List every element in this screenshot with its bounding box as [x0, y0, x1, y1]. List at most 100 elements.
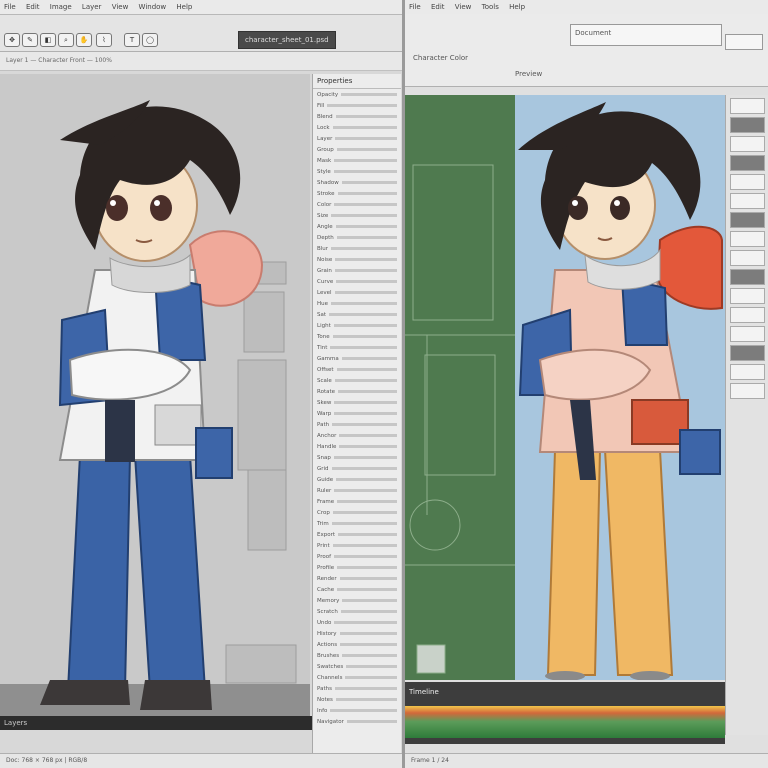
- tool-slot-13[interactable]: [730, 326, 765, 342]
- property-row[interactable]: Style: [313, 166, 401, 177]
- tool-slot-2[interactable]: [730, 117, 765, 133]
- menu-help[interactable]: Help: [176, 3, 192, 11]
- move-icon[interactable]: ✥: [4, 33, 20, 47]
- property-slider[interactable]: [337, 588, 397, 591]
- property-row[interactable]: Info: [313, 705, 401, 716]
- tool-slot-7[interactable]: [730, 212, 765, 228]
- property-row[interactable]: Blur: [313, 243, 401, 254]
- property-slider[interactable]: [333, 324, 397, 327]
- blueprint-panel[interactable]: [405, 95, 515, 680]
- property-slider[interactable]: [330, 709, 397, 712]
- tool-slot-11[interactable]: [730, 288, 765, 304]
- property-slider[interactable]: [337, 500, 397, 503]
- property-row[interactable]: Swatches: [313, 661, 401, 672]
- tool-slot-4[interactable]: [730, 155, 765, 171]
- property-row[interactable]: Ruler: [313, 485, 401, 496]
- property-slider[interactable]: [335, 225, 397, 228]
- property-slider[interactable]: [345, 676, 397, 679]
- property-row[interactable]: Depth: [313, 232, 401, 243]
- property-slider[interactable]: [334, 379, 397, 382]
- property-row[interactable]: Anchor: [313, 430, 401, 441]
- property-slider[interactable]: [331, 467, 397, 470]
- property-slider[interactable]: [339, 434, 397, 437]
- property-slider[interactable]: [334, 401, 397, 404]
- property-slider[interactable]: [336, 148, 397, 151]
- color-canvas[interactable]: [515, 95, 725, 680]
- property-row[interactable]: Brushes: [313, 650, 401, 661]
- property-row[interactable]: Layer: [313, 133, 401, 144]
- property-slider[interactable]: [332, 511, 397, 514]
- tool-slot-6[interactable]: [730, 193, 765, 209]
- property-slider[interactable]: [332, 335, 397, 338]
- property-row[interactable]: Render: [313, 573, 401, 584]
- menu-file[interactable]: File: [409, 3, 421, 11]
- property-slider[interactable]: [334, 159, 397, 162]
- property-row[interactable]: Trim: [313, 518, 401, 529]
- property-slider[interactable]: [340, 610, 397, 613]
- menu-view[interactable]: View: [112, 3, 129, 11]
- property-slider[interactable]: [331, 247, 397, 250]
- property-row[interactable]: Rotate: [313, 386, 401, 397]
- property-slider[interactable]: [333, 170, 397, 173]
- property-row[interactable]: Proof: [313, 551, 401, 562]
- property-slider[interactable]: [336, 280, 397, 283]
- property-row[interactable]: Cache: [313, 584, 401, 595]
- property-row[interactable]: Opacity: [313, 89, 401, 100]
- property-row[interactable]: Size: [313, 210, 401, 221]
- property-slider[interactable]: [339, 632, 397, 635]
- property-row[interactable]: Level: [313, 287, 401, 298]
- property-row[interactable]: Paths: [313, 683, 401, 694]
- property-row[interactable]: Actions: [313, 639, 401, 650]
- property-row[interactable]: Angle: [313, 221, 401, 232]
- property-row[interactable]: Navigator: [313, 716, 401, 727]
- property-row[interactable]: Skew: [313, 397, 401, 408]
- property-slider[interactable]: [330, 346, 397, 349]
- property-slider[interactable]: [332, 126, 397, 129]
- menu-edit[interactable]: Edit: [431, 3, 445, 11]
- settings-button[interactable]: [725, 34, 763, 50]
- property-row[interactable]: Grain: [313, 265, 401, 276]
- property-slider[interactable]: [338, 390, 397, 393]
- property-row[interactable]: Lock: [313, 122, 401, 133]
- property-slider[interactable]: [335, 115, 397, 118]
- property-row[interactable]: Export: [313, 529, 401, 540]
- property-slider[interactable]: [335, 258, 397, 261]
- property-slider[interactable]: [331, 522, 397, 525]
- property-row[interactable]: Light: [313, 320, 401, 331]
- file-name-field[interactable]: character_sheet_01.psd: [238, 31, 336, 49]
- property-slider[interactable]: [341, 357, 397, 360]
- property-row[interactable]: Memory: [313, 595, 401, 606]
- property-row[interactable]: Grid: [313, 463, 401, 474]
- menu-help[interactable]: Help: [509, 3, 525, 11]
- property-row[interactable]: Scale: [313, 375, 401, 386]
- property-row[interactable]: Crop: [313, 507, 401, 518]
- property-row[interactable]: Guide: [313, 474, 401, 485]
- property-slider[interactable]: [334, 687, 397, 690]
- property-slider[interactable]: [346, 720, 397, 723]
- property-slider[interactable]: [327, 104, 397, 107]
- tool-slot-12[interactable]: [730, 307, 765, 323]
- layers-strip[interactable]: Layers: [0, 716, 314, 730]
- property-row[interactable]: Handle: [313, 441, 401, 452]
- zoom-icon[interactable]: ⌕: [58, 33, 74, 47]
- property-slider[interactable]: [334, 555, 397, 558]
- property-slider[interactable]: [334, 269, 397, 272]
- property-slider[interactable]: [341, 181, 397, 184]
- property-row[interactable]: Tone: [313, 331, 401, 342]
- property-row[interactable]: Color: [313, 199, 401, 210]
- property-row[interactable]: History: [313, 628, 401, 639]
- property-row[interactable]: Blend: [313, 111, 401, 122]
- property-slider[interactable]: [329, 313, 397, 316]
- property-slider[interactable]: [331, 214, 397, 217]
- property-row[interactable]: Scratch: [313, 606, 401, 617]
- menu-window[interactable]: Window: [139, 3, 167, 11]
- tool-slot-15[interactable]: [730, 364, 765, 380]
- property-row[interactable]: Stroke: [313, 188, 401, 199]
- property-row[interactable]: Channels: [313, 672, 401, 683]
- property-slider[interactable]: [342, 599, 397, 602]
- property-row[interactable]: Fill: [313, 100, 401, 111]
- property-row[interactable]: Gamma: [313, 353, 401, 364]
- property-row[interactable]: Undo: [313, 617, 401, 628]
- eyedropper-icon[interactable]: ⌇: [96, 33, 112, 47]
- property-row[interactable]: Warp: [313, 408, 401, 419]
